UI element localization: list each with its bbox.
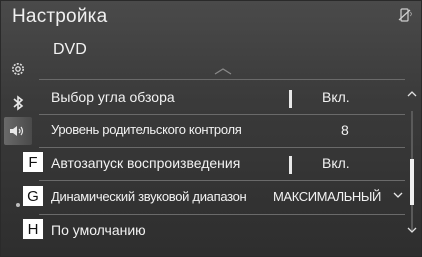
row-label: Уровень родительского контроля bbox=[51, 122, 242, 137]
callout-label-h: H bbox=[22, 218, 44, 240]
row-label: Автозапуск воспроизведения bbox=[51, 155, 241, 171]
speaker-icon[interactable] bbox=[4, 117, 32, 145]
scrollbar[interactable] bbox=[406, 89, 418, 249]
phone-disabled-icon bbox=[395, 8, 417, 22]
chevron-up-icon bbox=[213, 67, 233, 77]
toggle-indicator bbox=[289, 156, 292, 174]
row-label: Выбор угла обзора bbox=[51, 89, 175, 105]
chevron-up-icon[interactable] bbox=[406, 89, 418, 101]
phone-disabled-icon-svg bbox=[398, 8, 412, 22]
page-title: Настройка bbox=[12, 6, 108, 27]
scroll-thumb[interactable] bbox=[410, 159, 414, 205]
row-parental-control[interactable]: Уровень родительского контроля 8 bbox=[39, 117, 405, 147]
bluetooth-icon[interactable] bbox=[4, 89, 32, 117]
gear-icon bbox=[12, 63, 24, 75]
row-value: 8 bbox=[341, 122, 349, 138]
speaker-icon-svg bbox=[10, 126, 24, 136]
divider bbox=[39, 214, 405, 215]
bluetooth-icon-svg bbox=[13, 95, 24, 111]
row-label: По умолчанию bbox=[51, 222, 146, 238]
row-autoplay[interactable]: Автозапуск воспроизведения Вкл. bbox=[39, 150, 405, 180]
settings-list: DVD Выбор угла обзора Вкл. Уровень родит… bbox=[39, 39, 405, 251]
settings-screen: Настройка DVD Выбор угла обзора Вкл. Уро… bbox=[0, 0, 422, 257]
divider bbox=[39, 79, 405, 80]
divider bbox=[39, 180, 405, 181]
scroll-down-icon-svg bbox=[407, 227, 417, 233]
chevron-down-icon[interactable] bbox=[406, 225, 418, 237]
row-value: МАКСИМАЛЬНЫЙ bbox=[273, 189, 381, 204]
row-viewing-angle[interactable]: Выбор угла обзора Вкл. bbox=[39, 84, 405, 114]
callout-label-f: F bbox=[22, 151, 44, 173]
settings-gear-icon[interactable] bbox=[4, 55, 32, 83]
row-dynamic-range[interactable]: Динамический звуковой диапазон МАКСИМАЛЬ… bbox=[39, 184, 405, 214]
chevron-down-icon[interactable] bbox=[393, 188, 403, 202]
divider bbox=[39, 147, 405, 148]
row-value: Вкл. bbox=[322, 89, 350, 105]
section-title: DVD bbox=[53, 41, 87, 58]
row-value: Вкл. bbox=[322, 155, 350, 171]
chevron-down-icon-svg bbox=[393, 192, 403, 198]
row-label: Динамический звуковой диапазон bbox=[51, 189, 247, 204]
scroll-up-icon-svg bbox=[407, 91, 417, 97]
chevron-up-icon-svg bbox=[214, 68, 232, 75]
callout-label-g: G bbox=[22, 185, 44, 207]
row-defaults[interactable]: По умолчанию bbox=[39, 217, 405, 247]
divider bbox=[39, 114, 405, 115]
toggle-indicator bbox=[289, 90, 292, 108]
